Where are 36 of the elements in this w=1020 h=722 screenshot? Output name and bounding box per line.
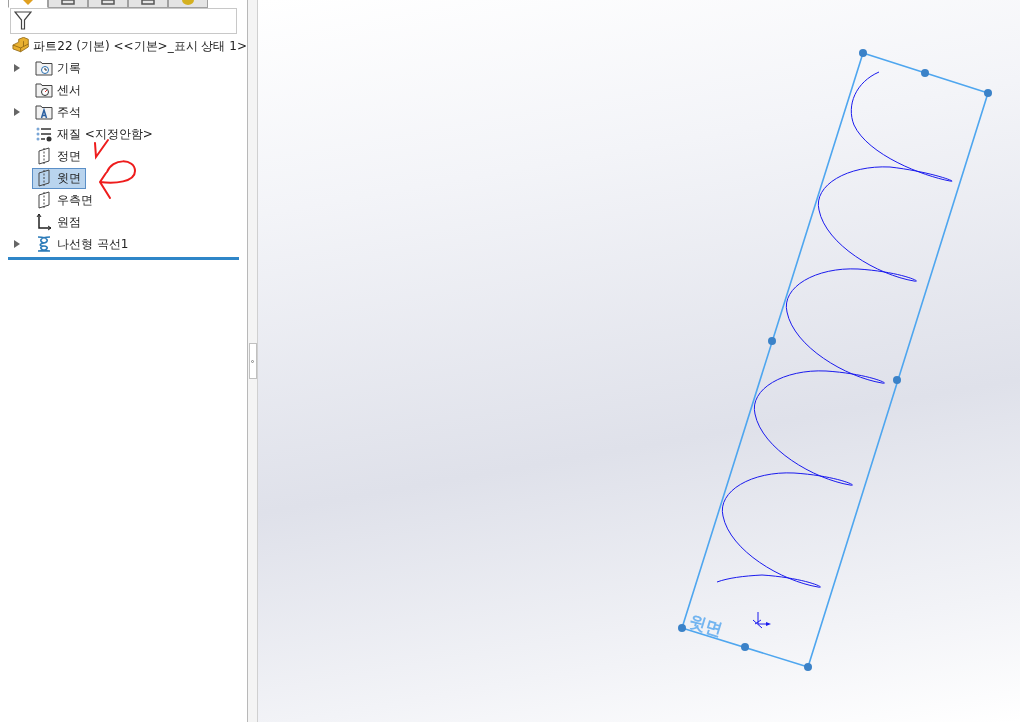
sensor-folder-icon <box>35 82 53 98</box>
tree-item[interactable]: 원점 <box>32 211 86 233</box>
part-name[interactable]: 파트22 (기본) <<기본>_표시 상태 1> <box>33 37 247 55</box>
shape-icon <box>181 0 195 6</box>
panel-icon <box>101 0 115 6</box>
plane-icon <box>37 191 51 209</box>
tree-item[interactable]: 센서 <box>32 79 86 101</box>
plane-icon <box>37 169 51 187</box>
origin-icon <box>36 213 52 231</box>
shape-icon <box>21 0 35 6</box>
expand-arrow-icon[interactable] <box>14 240 20 248</box>
plane-icon <box>37 147 51 165</box>
tree-item[interactable]: 윗면 <box>32 167 86 189</box>
coordinate-axes-icon <box>752 611 771 629</box>
panel-tab[interactable] <box>8 0 48 8</box>
expand-arrow-icon[interactable] <box>14 108 20 116</box>
tree-item[interactable]: 기록 <box>32 57 86 79</box>
plane-outline[interactable] <box>678 49 992 671</box>
tree-item[interactable]: 정면 <box>32 145 86 167</box>
tree-item[interactable]: 주석 <box>32 101 86 123</box>
panel-icon <box>141 0 155 6</box>
filter-field[interactable] <box>10 8 237 34</box>
panel-icon <box>61 0 75 6</box>
helix-icon <box>35 235 53 253</box>
expand-arrow-icon[interactable] <box>14 64 20 72</box>
tree-item[interactable]: 재질 <지정안함> <box>32 123 158 145</box>
tree-item[interactable]: 나선형 곡선1 <box>32 233 134 255</box>
part-icon <box>11 37 31 55</box>
panel-splitter-handle[interactable] <box>248 343 257 379</box>
material-icon <box>35 126 53 142</box>
plane-label: 윗면 <box>686 610 726 640</box>
annotation-folder-icon <box>35 104 53 120</box>
history-folder-icon <box>35 60 53 76</box>
filter-icon <box>14 11 32 31</box>
tree-item[interactable]: 우측면 <box>32 189 98 211</box>
helix-curve[interactable] <box>716 71 953 588</box>
